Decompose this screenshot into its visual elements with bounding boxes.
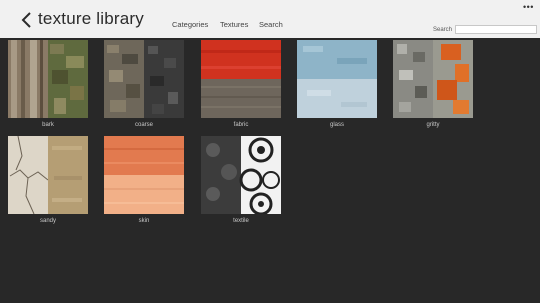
tile-label: textile (233, 218, 249, 224)
page-title: texture library (38, 9, 144, 28)
texture-tile-glass[interactable]: glass (297, 40, 377, 128)
back-button[interactable] (20, 11, 34, 29)
texture-tile-textile[interactable]: textile (201, 136, 281, 224)
texture-tile-sandy[interactable]: sandy (8, 136, 88, 224)
tile-label: sandy (39, 218, 56, 224)
sandy-thumbnail (8, 136, 88, 214)
texture-tile-fabric[interactable]: fabric (201, 40, 281, 128)
glass-thumbnail (297, 40, 377, 118)
app-header: texture library Categories Textures Sear… (0, 0, 540, 38)
coarse-thumbnail (104, 40, 184, 118)
tile-label: glass (329, 122, 344, 128)
nav-search[interactable]: Search (259, 20, 283, 29)
more-ellipsis-icon[interactable]: ••• (523, 2, 534, 12)
bark-thumbnail (8, 40, 88, 118)
tile-label: gritty (426, 122, 440, 128)
texture-tile-gritty[interactable]: gritty (393, 40, 473, 128)
skin-thumbnail (104, 136, 184, 214)
tile-label: coarse (134, 122, 153, 128)
gritty-thumbnail (393, 40, 473, 118)
textile-thumbnail (201, 136, 281, 214)
chevron-left-icon (21, 12, 31, 28)
texture-tile-coarse[interactable]: coarse (104, 40, 184, 128)
search-label: Search (433, 27, 453, 33)
texture-tile-bark[interactable]: bark (8, 40, 88, 128)
tile-label: skin (138, 218, 150, 224)
tile-label: bark (42, 122, 54, 128)
search-input[interactable] (455, 25, 537, 34)
nav-textures[interactable]: Textures (220, 20, 248, 29)
texture-tile-skin[interactable]: skin (104, 136, 184, 224)
tile-label: fabric (233, 122, 249, 128)
nav-categories[interactable]: Categories (172, 20, 208, 29)
fabric-thumbnail (201, 40, 281, 118)
